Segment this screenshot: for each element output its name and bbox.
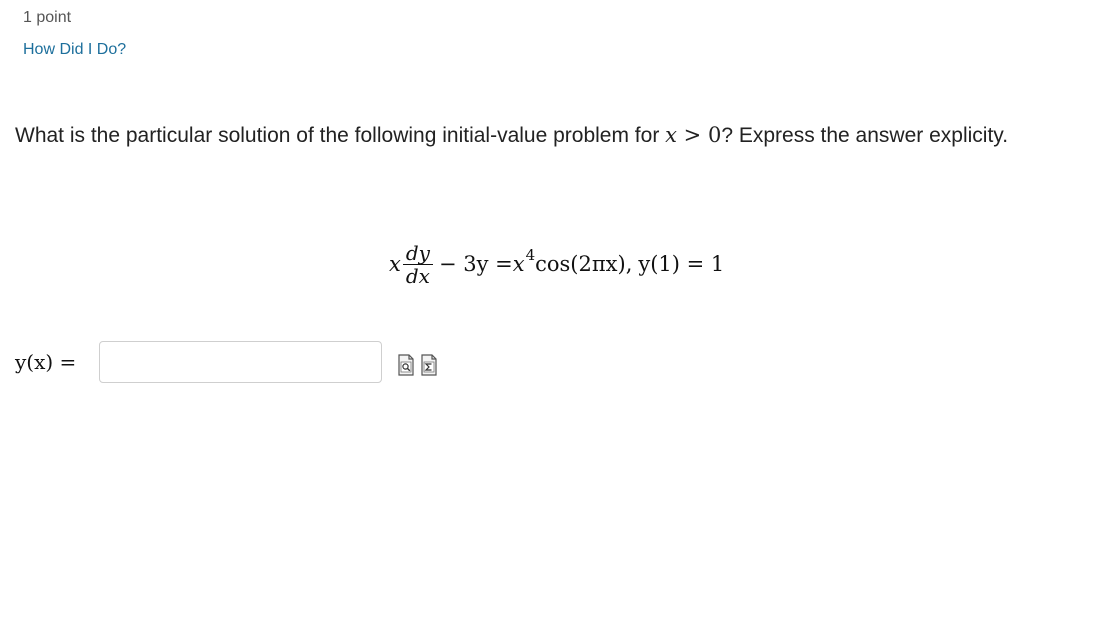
preview-document-icon[interactable]	[397, 354, 415, 376]
condition-value: 0	[707, 123, 722, 147]
equation-minus-term: − 3y =	[438, 252, 513, 276]
condition-variable: x	[665, 123, 677, 147]
points-label: 1 point	[23, 9, 72, 26]
equation-exponent: 4	[525, 246, 536, 264]
question-text-before: What is the particular solution of the f…	[15, 124, 666, 147]
equation-x-coefficient: x	[389, 252, 401, 276]
derivative-fraction: dy dx	[402, 240, 433, 288]
initial-condition: y(1) = 1	[638, 252, 725, 276]
condition-operator: >	[677, 123, 708, 147]
how-did-i-do-link[interactable]: How Did I Do?	[23, 41, 126, 59]
equation-cos-part: cos(2πx),	[535, 252, 633, 276]
differential-equation: x dy dx − 3y = x4 cos(2πx), y(1) = 1	[389, 234, 724, 294]
question-text-after: ? Express the answer explicity.	[721, 124, 1009, 147]
fraction-numerator: dy	[405, 240, 430, 265]
question-text: What is the particular solution of the f…	[15, 118, 1075, 153]
answer-input[interactable]	[99, 341, 382, 383]
answer-tools	[388, 354, 438, 376]
equation-x-base: x	[512, 252, 525, 276]
answer-label: y(x) =	[15, 350, 77, 374]
answer-row: y(x) =	[15, 340, 438, 384]
fraction-denominator: dx	[405, 263, 430, 288]
sigma-equation-editor-icon[interactable]	[420, 354, 438, 376]
